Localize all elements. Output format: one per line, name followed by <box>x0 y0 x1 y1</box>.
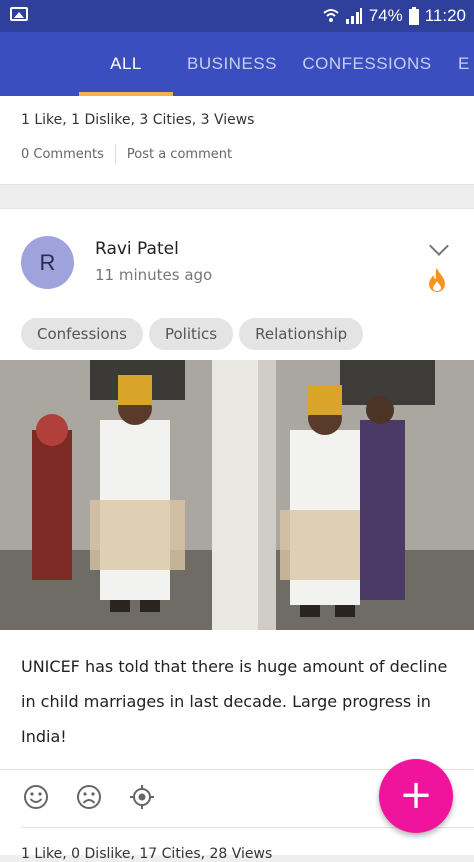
post-text: UNICEF has told that there is huge amoun… <box>21 657 448 746</box>
tag-chip[interactable]: Relationship <box>239 318 364 350</box>
status-bar: 74% 11:20 <box>0 0 474 32</box>
battery-percent: 74% <box>368 6 403 25</box>
divider <box>114 144 116 164</box>
smile-icon[interactable] <box>23 784 49 810</box>
photo-illustration <box>0 360 474 630</box>
sad-icon[interactable] <box>76 784 102 810</box>
next-post-stats: 1 Like, 0 Dislike, 17 Cities, 28 Views <box>21 827 474 862</box>
post-card: R Ravi Patel 11 minutes ago Confessions … <box>0 208 474 862</box>
image-notification-icon <box>10 7 28 21</box>
location-target-icon[interactable] <box>129 784 155 810</box>
post-stats: 1 Like, 1 Dislike, 3 Cities, 3 Views <box>21 112 255 128</box>
add-post-button[interactable]: + <box>379 759 453 833</box>
wifi-icon <box>323 9 339 22</box>
author-name[interactable]: Ravi Patel <box>95 239 179 259</box>
tab-confessions[interactable]: CONFESSIONS <box>300 32 434 96</box>
tab-partial[interactable]: E <box>458 32 474 96</box>
post-time: 11 minutes ago <box>95 266 213 284</box>
previous-post-card: 1 Like, 1 Dislike, 3 Cities, 3 Views 0 C… <box>0 96 474 185</box>
fire-icon <box>429 268 445 292</box>
post-photo[interactable] <box>0 360 474 630</box>
tag-list: Confessions Politics Relationship <box>21 318 364 350</box>
tag-chip[interactable]: Politics <box>148 318 234 350</box>
avatar[interactable]: R <box>21 236 74 289</box>
battery-icon <box>408 7 419 25</box>
tab-all[interactable]: ALL <box>79 32 173 96</box>
category-tab-bar: ALL BUSINESS CONFESSIONS E <box>0 32 474 96</box>
chevron-down-icon[interactable] <box>429 236 449 256</box>
tab-business[interactable]: BUSINESS <box>183 32 281 96</box>
status-indicators: 74% 11:20 <box>323 6 466 26</box>
comments-row: 0 Comments Post a comment <box>21 144 232 164</box>
comments-count-link[interactable]: 0 Comments <box>21 147 104 162</box>
tag-chip[interactable]: Confessions <box>21 318 143 350</box>
post-comment-link[interactable]: Post a comment <box>127 147 232 162</box>
clock: 11:20 <box>424 6 466 25</box>
signal-icon <box>345 8 362 24</box>
